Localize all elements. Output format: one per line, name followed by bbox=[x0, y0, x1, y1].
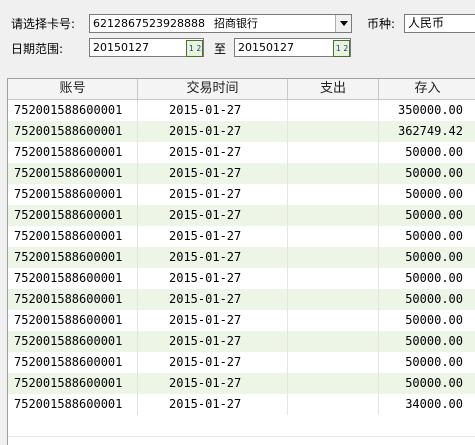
in-cell: 50000.00 bbox=[379, 331, 475, 352]
out-cell bbox=[288, 100, 379, 121]
currency-select[interactable]: 人民币 bbox=[404, 14, 475, 33]
table-header: 账号 交易时间 支出 存入 bbox=[8, 79, 475, 100]
date-to-value: 20150127 bbox=[238, 41, 294, 54]
in-cell: 50000.00 bbox=[379, 226, 475, 247]
in-cell: 50000.00 bbox=[379, 310, 475, 331]
table-row[interactable]: 752001588600001 2015-01-27 350000.00 bbox=[8, 100, 475, 121]
table-row[interactable]: 752001588600001 2015-01-27 50000.00 bbox=[8, 289, 475, 310]
date-from-value: 20150127 bbox=[93, 41, 149, 54]
chevron-down-icon[interactable] bbox=[335, 15, 351, 32]
out-cell bbox=[288, 226, 379, 247]
currency-label: 币种: bbox=[367, 17, 396, 31]
table-row[interactable]: 752001588600001 2015-01-27 50000.00 bbox=[8, 184, 475, 205]
in-cell: 362749.42 bbox=[379, 121, 475, 142]
in-cell: 50000.00 bbox=[379, 268, 475, 289]
in-cell: 50000.00 bbox=[379, 373, 475, 394]
bank-name-value: 招商银行 bbox=[214, 17, 258, 30]
time-cell: 2015-01-27 bbox=[138, 331, 288, 352]
out-cell bbox=[288, 142, 379, 163]
table-row[interactable]: 752001588600001 2015-01-27 50000.00 bbox=[8, 205, 475, 226]
out-cell bbox=[288, 394, 379, 415]
table-row[interactable]: 752001588600001 2015-01-27 50000.00 bbox=[8, 331, 475, 352]
currency-value: 人民币 bbox=[408, 16, 445, 30]
account-cell: 752001588600001 bbox=[8, 394, 138, 415]
date-range-label: 日期范围: bbox=[11, 42, 64, 56]
account-cell: 752001588600001 bbox=[8, 268, 138, 289]
out-cell bbox=[288, 289, 379, 310]
account-cell: 752001588600001 bbox=[8, 121, 138, 142]
time-cell: 2015-01-27 bbox=[138, 352, 288, 373]
out-cell bbox=[288, 247, 379, 268]
out-cell bbox=[288, 373, 379, 394]
out-cell bbox=[288, 352, 379, 373]
table-row[interactable]: 752001588600001 2015-01-27 50000.00 bbox=[8, 373, 475, 394]
table-row[interactable]: 752001588600001 2015-01-27 50000.00 bbox=[8, 268, 475, 289]
table-row[interactable]: 752001588600001 2015-01-27 50000.00 bbox=[8, 226, 475, 247]
card-number-value: 6212867523928888 bbox=[93, 17, 205, 30]
account-cell: 752001588600001 bbox=[8, 100, 138, 121]
in-cell: 50000.00 bbox=[379, 352, 475, 373]
card-select[interactable]: 6212867523928888 招商银行 bbox=[89, 14, 352, 33]
table-row[interactable]: 752001588600001 2015-01-27 50000.00 bbox=[8, 310, 475, 331]
time-cell: 2015-01-27 bbox=[138, 268, 288, 289]
in-cell: 50000.00 bbox=[379, 184, 475, 205]
row-divider bbox=[8, 436, 475, 437]
time-cell: 2015-01-27 bbox=[138, 247, 288, 268]
time-cell: 2015-01-27 bbox=[138, 100, 288, 121]
in-cell: 50000.00 bbox=[379, 247, 475, 268]
in-cell: 50000.00 bbox=[379, 142, 475, 163]
in-cell: 34000.00 bbox=[379, 394, 475, 415]
time-cell: 2015-01-27 bbox=[138, 373, 288, 394]
time-cell: 2015-01-27 bbox=[138, 289, 288, 310]
column-header-time[interactable]: 交易时间 bbox=[138, 79, 288, 99]
out-cell bbox=[288, 205, 379, 226]
transaction-table: 账号 交易时间 支出 存入 752001588600001 2015-01-27 3… bbox=[7, 78, 475, 445]
out-cell bbox=[288, 163, 379, 184]
in-cell: 50000.00 bbox=[379, 163, 475, 184]
date-to-field[interactable]: 20150127 1 2 bbox=[234, 38, 351, 57]
account-cell: 752001588600001 bbox=[8, 247, 138, 268]
table-row[interactable]: 752001588600001 2015-01-27 362749.42 bbox=[8, 121, 475, 142]
account-cell: 752001588600001 bbox=[8, 289, 138, 310]
account-cell: 752001588600001 bbox=[8, 226, 138, 247]
out-cell bbox=[288, 331, 379, 352]
date-to-label: 至 bbox=[214, 42, 227, 56]
time-cell: 2015-01-27 bbox=[138, 394, 288, 415]
account-cell: 752001588600001 bbox=[8, 352, 138, 373]
out-cell bbox=[288, 310, 379, 331]
date-from-field[interactable]: 20150127 1 2 bbox=[89, 38, 204, 57]
account-cell: 752001588600001 bbox=[8, 163, 138, 184]
table-row[interactable]: 752001588600001 2015-01-27 34000.00 bbox=[8, 394, 475, 415]
calendar-icon[interactable]: 1 2 bbox=[333, 40, 350, 57]
column-header-account[interactable]: 账号 bbox=[8, 79, 138, 99]
table-row[interactable]: 752001588600001 2015-01-27 50000.00 bbox=[8, 352, 475, 373]
time-cell: 2015-01-27 bbox=[138, 163, 288, 184]
time-cell: 2015-01-27 bbox=[138, 205, 288, 226]
time-cell: 2015-01-27 bbox=[138, 121, 288, 142]
table-row[interactable]: 752001588600001 2015-01-27 50000.00 bbox=[8, 247, 475, 268]
time-cell: 2015-01-27 bbox=[138, 310, 288, 331]
column-header-out[interactable]: 支出 bbox=[288, 79, 379, 99]
account-cell: 752001588600001 bbox=[8, 142, 138, 163]
in-cell: 50000.00 bbox=[379, 205, 475, 226]
time-cell: 2015-01-27 bbox=[138, 226, 288, 247]
account-cell: 752001588600001 bbox=[8, 373, 138, 394]
card-label: 请选择卡号: bbox=[11, 17, 76, 31]
column-header-in[interactable]: 存入 bbox=[379, 79, 475, 99]
out-cell bbox=[288, 268, 379, 289]
account-cell: 752001588600001 bbox=[8, 331, 138, 352]
out-cell bbox=[288, 184, 379, 205]
time-cell: 2015-01-27 bbox=[138, 184, 288, 205]
out-cell bbox=[288, 121, 379, 142]
account-cell: 752001588600001 bbox=[8, 205, 138, 226]
table-row[interactable]: 752001588600001 2015-01-27 50000.00 bbox=[8, 163, 475, 184]
time-cell: 2015-01-27 bbox=[138, 142, 288, 163]
account-cell: 752001588600001 bbox=[8, 310, 138, 331]
in-cell: 350000.00 bbox=[379, 100, 475, 121]
table-row[interactable]: 752001588600001 2015-01-27 50000.00 bbox=[8, 142, 475, 163]
in-cell: 50000.00 bbox=[379, 289, 475, 310]
account-cell: 752001588600001 bbox=[8, 184, 138, 205]
calendar-icon[interactable]: 1 2 bbox=[186, 40, 203, 57]
filter-panel: 请选择卡号: 6212867523928888 招商银行 币种: 人民币 日期范… bbox=[0, 0, 475, 68]
